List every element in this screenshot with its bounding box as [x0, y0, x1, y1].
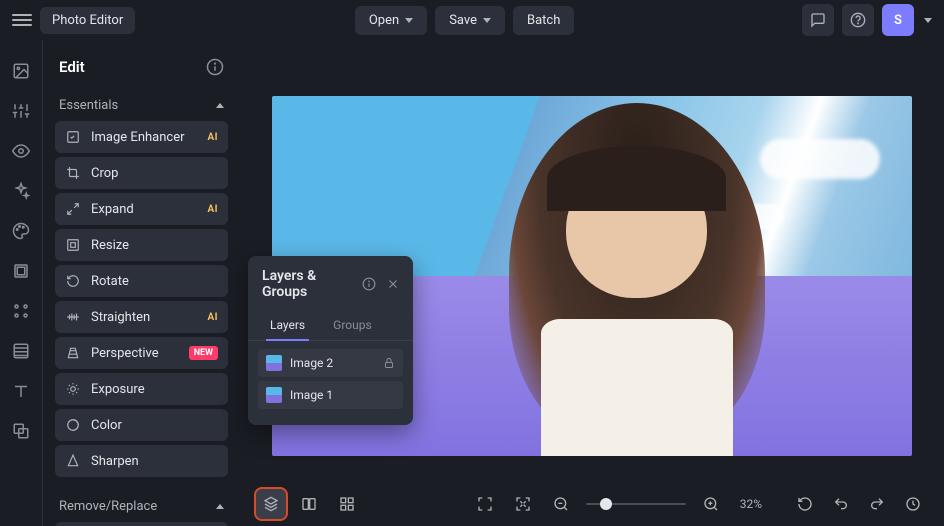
tool-sharpen[interactable]: Sharpen	[55, 445, 228, 477]
info-icon[interactable]	[206, 58, 224, 76]
resize-icon	[65, 237, 81, 253]
zoom-value: 32%	[740, 497, 762, 511]
tool-rail	[0, 40, 42, 526]
layer-thumbnail	[266, 355, 282, 371]
zoom-slider-knob[interactable]	[600, 498, 612, 510]
image-enhancer-icon	[65, 129, 81, 145]
close-icon[interactable]	[385, 276, 401, 292]
tab-groups[interactable]: Groups	[319, 310, 386, 340]
layers-toggle-button[interactable]	[256, 489, 286, 519]
rail-sparkle-icon[interactable]	[10, 180, 32, 202]
batch-button[interactable]: Batch	[513, 6, 574, 35]
section-remove-replace[interactable]: Remove/Replace	[43, 491, 240, 522]
rail-texture-icon[interactable]	[10, 340, 32, 362]
save-button[interactable]: Save	[435, 6, 505, 35]
tool-crop[interactable]: Crop	[55, 157, 228, 189]
top-bar: Photo Editor Open Save Batch S	[0, 0, 944, 40]
color-icon	[65, 417, 81, 433]
zoom-slider[interactable]	[586, 503, 686, 505]
chevron-up-icon	[216, 103, 224, 108]
tool-straighten[interactable]: Straighten AI	[55, 301, 228, 333]
tool-exposure[interactable]: Exposure	[55, 373, 228, 405]
app-title-chip[interactable]: Photo Editor	[40, 7, 135, 34]
layer-row[interactable]: Image 2	[258, 349, 403, 377]
tool-rotate[interactable]: Rotate	[55, 265, 228, 297]
tool-perspective[interactable]: Perspective NEW	[55, 337, 228, 369]
perspective-icon	[65, 345, 81, 361]
rail-eye-icon[interactable]	[10, 140, 32, 162]
history-button[interactable]	[898, 489, 928, 519]
rotate-icon	[65, 273, 81, 289]
lock-icon[interactable]	[383, 357, 395, 369]
rail-image-icon[interactable]	[10, 60, 32, 82]
exposure-icon	[65, 381, 81, 397]
avatar[interactable]: S	[882, 4, 914, 36]
tool-resize[interactable]: Resize	[55, 229, 228, 261]
help-icon[interactable]	[842, 4, 874, 36]
grid-button[interactable]	[332, 489, 362, 519]
canvas-wrap: Layers & Groups Layers Groups Image 2	[240, 40, 944, 526]
tool-image-enhancer[interactable]: Image Enhancer AI	[55, 121, 228, 153]
rail-text-icon[interactable]	[10, 380, 32, 402]
chevron-up-icon	[216, 504, 224, 509]
layer-thumbnail	[266, 387, 282, 403]
rail-frame-icon[interactable]	[10, 260, 32, 282]
app-title: Photo Editor	[52, 13, 123, 28]
info-icon[interactable]	[361, 276, 377, 292]
chevron-down-icon	[405, 18, 413, 23]
tool-expand[interactable]: Expand AI	[55, 193, 228, 225]
edit-sidebar: Edit Essentials Image Enhancer AI Crop E…	[42, 40, 240, 526]
canvas-area[interactable]: Layers & Groups Layers Groups Image 2	[240, 40, 944, 482]
layer-label: Image 1	[290, 388, 333, 402]
zoom-out-button[interactable]	[546, 489, 576, 519]
rail-adjust-icon[interactable]	[10, 100, 32, 122]
bottom-bar: 32%	[240, 482, 944, 526]
tool-color[interactable]: Color	[55, 409, 228, 441]
undo-button[interactable]	[826, 489, 856, 519]
redo-button[interactable]	[862, 489, 892, 519]
layer-row[interactable]: Image 1	[258, 381, 403, 409]
zoom-in-button[interactable]	[696, 489, 726, 519]
menu-icon[interactable]	[12, 10, 32, 30]
chevron-down-icon[interactable]	[924, 18, 932, 23]
open-button[interactable]: Open	[355, 6, 427, 35]
crop-icon	[65, 165, 81, 181]
layers-panel: Layers & Groups Layers Groups Image 2	[248, 256, 413, 425]
fullscreen-button[interactable]	[470, 489, 500, 519]
sidebar-title: Edit	[59, 58, 85, 76]
section-essentials[interactable]: Essentials	[43, 90, 240, 121]
rail-palette-icon[interactable]	[10, 220, 32, 242]
compare-button[interactable]	[294, 489, 324, 519]
new-badge: NEW	[189, 346, 218, 360]
rail-elements-icon[interactable]	[10, 300, 32, 322]
chevron-down-icon	[483, 18, 491, 23]
tool-background-remover[interactable]: Background Remover AI	[55, 522, 228, 526]
comments-icon[interactable]	[802, 4, 834, 36]
tab-layers[interactable]: Layers	[256, 310, 319, 340]
straighten-icon	[65, 309, 81, 325]
ai-badge: AI	[207, 312, 218, 323]
reset-button[interactable]	[790, 489, 820, 519]
layers-panel-title: Layers & Groups	[262, 268, 353, 300]
fit-button[interactable]	[508, 489, 538, 519]
ai-badge: AI	[207, 204, 218, 215]
expand-icon	[65, 201, 81, 217]
rail-overlay-icon[interactable]	[10, 420, 32, 442]
sharpen-icon	[65, 453, 81, 469]
layer-label: Image 2	[290, 356, 333, 370]
ai-badge: AI	[207, 132, 218, 143]
